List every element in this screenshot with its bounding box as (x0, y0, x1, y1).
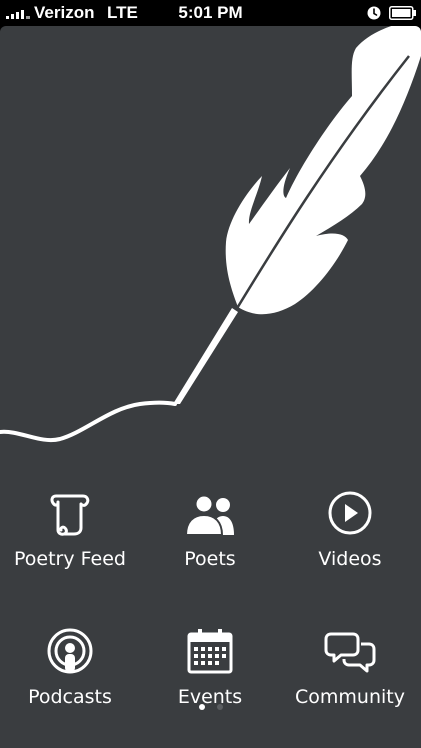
page-dot-2[interactable] (216, 704, 223, 710)
app-screen: Verizon LTE 5:01 PM Poetry Feed Poets Vi… (0, 0, 421, 748)
menu-videos[interactable]: Videos (280, 488, 420, 570)
menu-videos-label: Videos (318, 548, 382, 570)
menu-poets[interactable]: Poets (140, 488, 280, 570)
alarm-icon (367, 6, 381, 20)
menu-poetry-feed[interactable]: Poetry Feed (0, 488, 140, 570)
calendar-icon (187, 629, 233, 674)
menu-community[interactable]: Community (280, 626, 420, 708)
page-dot-1[interactable] (198, 704, 205, 710)
status-time: 5:01 PM (178, 3, 243, 22)
status-bar: Verizon LTE 5:01 PM (0, 0, 421, 26)
chat-bubbles-icon (324, 632, 376, 673)
menu-poets-label: Poets (184, 548, 236, 570)
menu-poetry-feed-label: Poetry Feed (14, 548, 126, 570)
quill-logo (0, 26, 421, 443)
scroll-icon (50, 494, 90, 536)
people-icon (184, 494, 234, 536)
menu-podcasts[interactable]: Podcasts (0, 626, 140, 708)
podcast-icon (47, 628, 93, 674)
battery-icon (389, 6, 416, 20)
page-indicator[interactable] (0, 704, 421, 710)
menu-events[interactable]: Events (140, 626, 280, 708)
play-icon (328, 491, 372, 535)
home-panel: Poetry Feed Poets Videos Podcasts Events… (0, 26, 421, 748)
